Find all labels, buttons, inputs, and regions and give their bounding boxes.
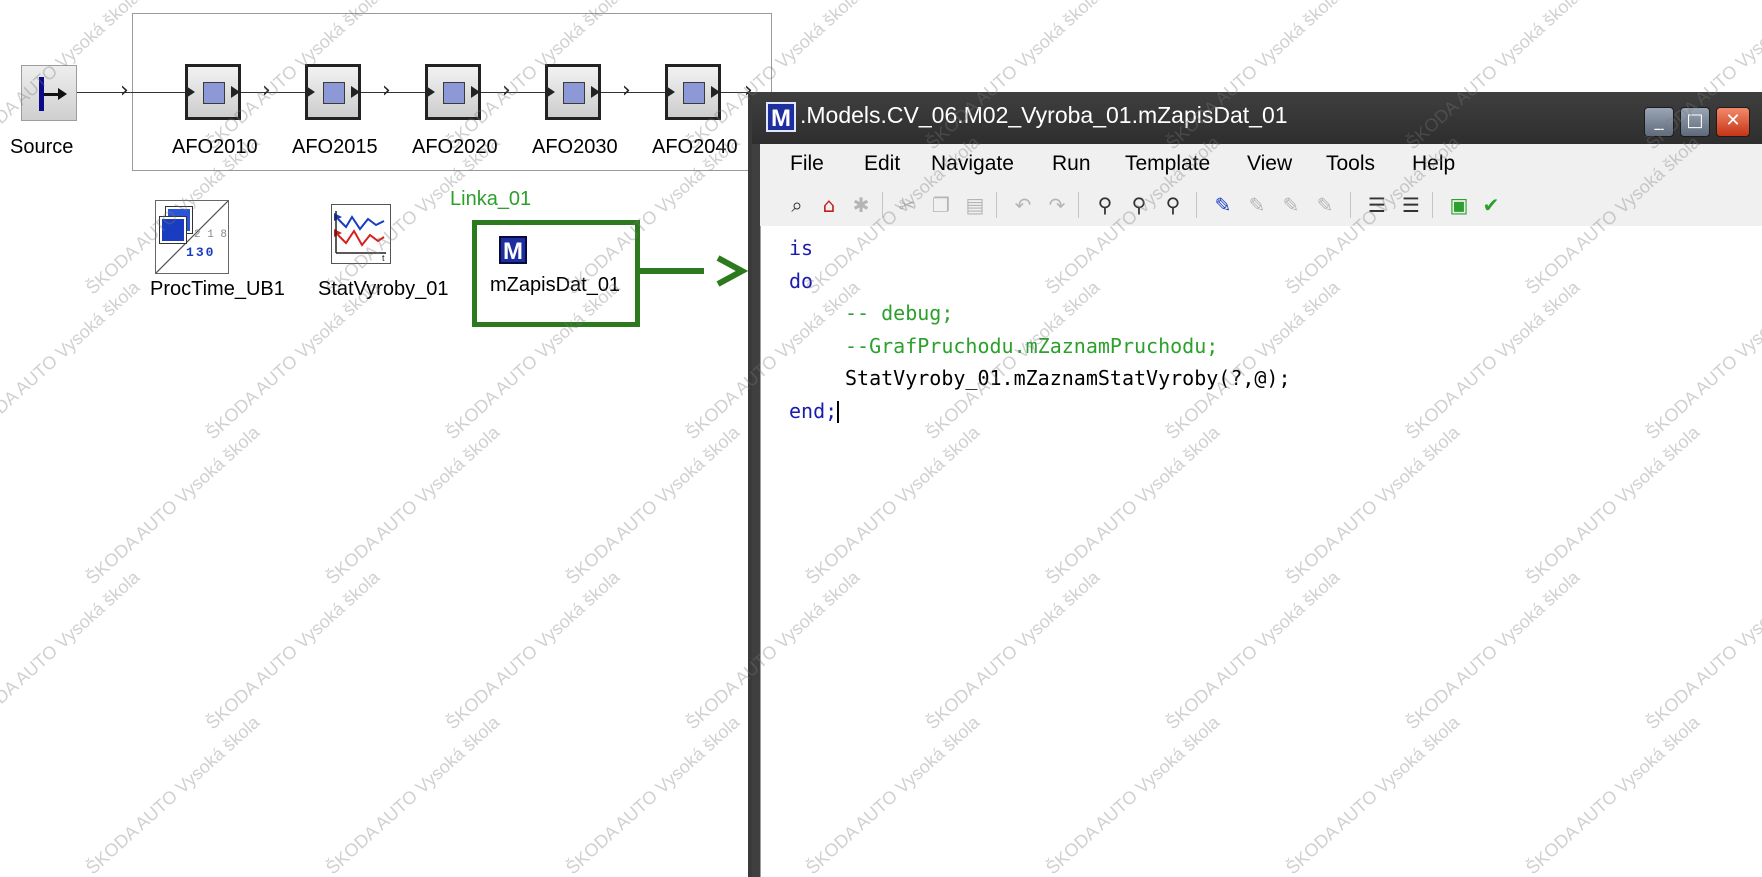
station-label: AFO2030 [532, 136, 618, 158]
svg-text:t: t [382, 253, 385, 263]
code-line: is [789, 236, 814, 260]
replace-icon[interactable]: ⚲ [1160, 192, 1186, 218]
table-file-icon[interactable]: 2 1 8 1 3 0 [155, 200, 229, 274]
menu-help[interactable]: Help [1412, 152, 1455, 176]
source-label: Source [10, 136, 74, 158]
sort-icon[interactable]: ☰ [1364, 192, 1390, 218]
toolbar-separator [996, 192, 997, 218]
station-label: AFO2015 [292, 136, 378, 158]
watermark-text: ŠKODA AUTO Vysoká škola [322, 422, 504, 589]
code-line: end; [789, 398, 840, 423]
menu-view[interactable]: View [1247, 152, 1292, 176]
code-line: do [789, 268, 814, 293]
maximize-button[interactable]: □ [1680, 107, 1710, 137]
window-title: .Models.CV_06.M02_Vyroba_01.mZapisDat_01 [800, 102, 1288, 128]
pointer-arrow-shaft [640, 268, 704, 274]
code-line: StatVyroby_01.mZaznamStatVyroby(?,@); [845, 366, 1291, 390]
copy-icon[interactable]: ❐ [928, 192, 954, 218]
home-icon[interactable]: ⌂ [816, 192, 842, 218]
code-line: --GrafPruchodu.mZaznamPruchodu; [845, 333, 1219, 358]
bug-icon[interactable]: ✱ [848, 192, 874, 218]
watermark-text: ŠKODA AUTO Vysoká škola [442, 567, 624, 734]
watermark-text: ŠKODA AUTO Vysoká škola [82, 712, 264, 877]
paste-icon[interactable]: ▤ [962, 192, 988, 218]
station-afo2040-icon[interactable] [665, 64, 721, 120]
undo-icon[interactable]: ↶ [1010, 192, 1036, 218]
remove-breakpoints-icon[interactable]: ✎ [1312, 192, 1338, 218]
check-icon[interactable]: ✔ [1478, 192, 1504, 218]
menu-edit[interactable]: Edit [864, 152, 900, 176]
station-label: AFO2020 [412, 136, 498, 158]
proctime-label: ProcTime_UB1 [150, 278, 285, 300]
format-icon[interactable]: ☰ [1398, 192, 1424, 218]
binoculars-icon[interactable]: ⌕ [784, 192, 810, 218]
toolbar: ⌕ ⌂ ✱ ✂ ❐ ▤ ↶ ↷ ⚲ ⚲ ⚲ ✎ ✎ ✎ ✎ ☰ ☰ ▣ ✔ [760, 184, 1762, 227]
connector-arrow-icon: › [262, 78, 271, 103]
close-button[interactable]: ✕ [1716, 107, 1750, 137]
menu-template[interactable]: Template [1125, 152, 1210, 176]
chart-object-icon[interactable]: t [331, 204, 391, 264]
toolbar-separator [1078, 192, 1079, 218]
find-icon[interactable]: ⚲ [1092, 192, 1118, 218]
pointer-arrow-icon [716, 255, 748, 287]
menu-bar: File Edit Navigate Run Template View Too… [760, 144, 1762, 184]
watermark-text: ŠKODA AUTO Vysoká škola [562, 422, 744, 589]
table-small-digits: 2 1 8 [194, 229, 228, 241]
menu-tools[interactable]: Tools [1326, 152, 1375, 176]
code-editor[interactable]: is do -- debug; --GrafPruchodu.mZaznamPruch… [760, 226, 1762, 877]
window-icon[interactable]: ▣ [1446, 192, 1472, 218]
toolbar-separator [1196, 192, 1197, 218]
minimize-button[interactable]: _ [1644, 107, 1674, 137]
redo-icon[interactable]: ↷ [1044, 192, 1070, 218]
watermark-text: ŠKODA AUTO Vysoká škola [82, 422, 264, 589]
title-bar[interactable]: M .Models.CV_06.M02_Vyroba_01.mZapisDat_… [752, 92, 1762, 144]
watermark-text: ŠKODA AUTO Vysoká škola [202, 567, 384, 734]
method-editor-window: M .Models.CV_06.M02_Vyroba_01.mZapisDat_… [748, 92, 1762, 877]
watermark-text: ŠKODA AUTO Vysoká škola [0, 277, 144, 444]
watermark-text: ŠKODA AUTO Vysoká škola [322, 712, 504, 877]
app-logo-icon: M [766, 102, 796, 132]
toggle-breakpoint-icon[interactable]: ✎ [1278, 192, 1304, 218]
connector-arrow-icon: › [622, 78, 631, 103]
connector-arrow-icon: › [502, 78, 511, 103]
table-digits: 1 3 0 [186, 245, 214, 260]
toolbar-separator [1350, 192, 1351, 218]
method-object-icon[interactable]: M [499, 236, 527, 265]
stat-label: StatVyroby_01 [318, 278, 449, 300]
station-label: AFO2040 [652, 136, 738, 158]
connector-arrow-icon: › [120, 78, 129, 103]
code-line: -- debug; [845, 301, 954, 325]
text-caret [837, 401, 840, 423]
connector-arrow-icon: › [382, 78, 391, 103]
station-afo2010-icon[interactable] [185, 64, 241, 120]
toolbar-separator [1432, 192, 1433, 218]
source-object-icon[interactable] [21, 65, 77, 121]
find-next-icon[interactable]: ⚲ [1126, 192, 1152, 218]
station-afo2015-icon[interactable] [305, 64, 361, 120]
watermark-text: ŠKODA AUTO Vysoká škola [0, 567, 144, 734]
watermark-text: ŠKODA AUTO Vysoká škola [562, 712, 744, 877]
toolbar-separator [882, 192, 883, 218]
frame-label: Linka_01 [450, 188, 532, 210]
station-afo2020-icon[interactable] [425, 64, 481, 120]
method-label[interactable]: mZapisDat_01 [490, 274, 620, 297]
cut-icon[interactable]: ✂ [894, 192, 920, 218]
breakpoint-icon[interactable]: ✎ [1210, 192, 1236, 218]
menu-navigate[interactable]: Navigate [931, 152, 1014, 176]
station-afo2030-icon[interactable] [545, 64, 601, 120]
clear-breakpoint-icon[interactable]: ✎ [1244, 192, 1270, 218]
menu-file[interactable]: File [790, 152, 824, 176]
menu-run[interactable]: Run [1052, 152, 1091, 176]
station-label: AFO2010 [172, 136, 258, 158]
watermark-text: ŠKODA AUTO Vysoká škola [202, 277, 384, 444]
